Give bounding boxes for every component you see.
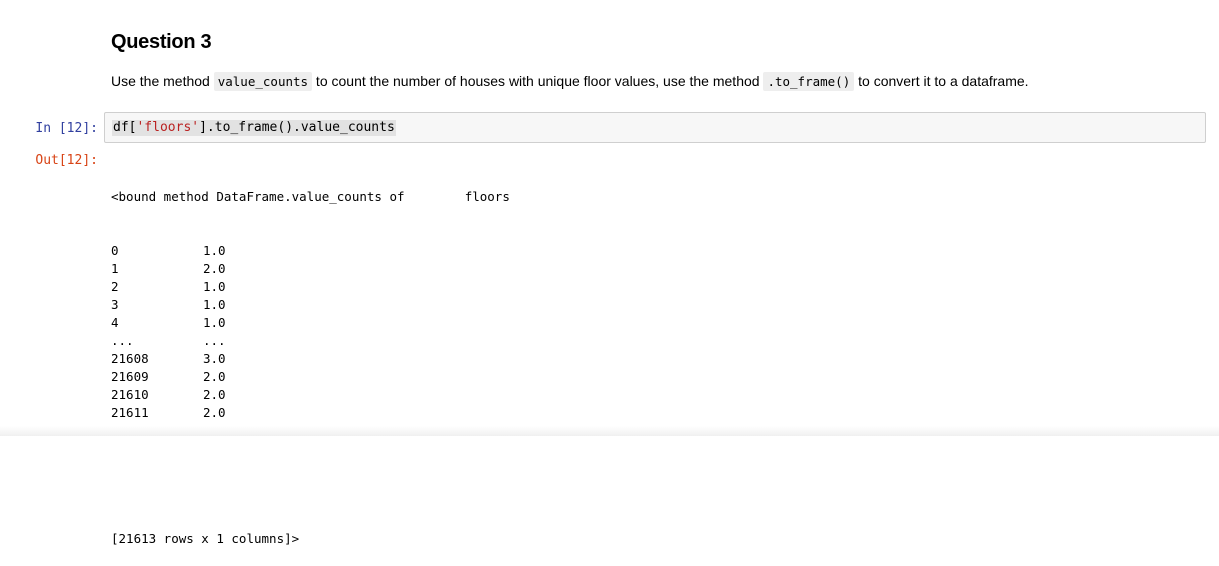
row-index: 21610: [111, 387, 149, 402]
output-row: 0 1.0: [111, 242, 510, 260]
row-value: ...: [203, 333, 226, 348]
row-value: 1.0: [203, 279, 226, 294]
row-value: 1.0: [203, 243, 226, 258]
question-text-part-1: Use the method: [111, 73, 214, 89]
row-value: 2.0: [203, 369, 226, 384]
row-value: 3.0: [203, 351, 226, 366]
row-value: 2.0: [203, 387, 226, 402]
inline-code-value-counts: value_counts: [213, 72, 313, 91]
output-footer: [21613 rows x 1 columns]>: [111, 531, 300, 546]
input-prompt: In [12]:: [35, 121, 98, 136]
row-index: 21611: [111, 405, 149, 420]
output-rows: 0 1.0 1 2.0 2 1.0 3 1.0 4 1.0...... 21608 3.0 21609 2…: [111, 242, 510, 440]
code-suffix: ].to_frame().value_counts: [199, 120, 395, 135]
row-value: 1.0: [203, 297, 226, 312]
inline-code-to-frame: .to_frame(): [763, 72, 855, 91]
question-text: Use the method value_counts to count the…: [111, 71, 1029, 92]
row-index: 21608: [111, 351, 149, 366]
row-value: 2.0: [203, 405, 226, 420]
row-index: 2: [111, 279, 119, 294]
page-bottom-shade: [0, 426, 1219, 436]
row-index: 0: [111, 243, 119, 258]
output-row: 21608 3.0: [111, 350, 510, 368]
question-text-part-3: to convert it to a dataframe.: [854, 73, 1029, 89]
output-row: 1 2.0: [111, 260, 510, 278]
output-row: 3 1.0: [111, 296, 510, 314]
code-input-area[interactable]: df['floors'].to_frame().value_counts: [104, 112, 1206, 143]
question-text-part-2: to count the number of houses with uniqu…: [312, 73, 764, 89]
row-index: 21609: [111, 369, 149, 384]
question-heading: Question 3: [111, 31, 212, 53]
output-blank-line: [111, 476, 510, 494]
output-row: 4 1.0: [111, 314, 510, 332]
row-value: 2.0: [203, 261, 226, 276]
output-header: <bound method DataFrame.value_counts of …: [111, 189, 510, 204]
row-index: 3: [111, 297, 119, 312]
row-value: 1.0: [203, 315, 226, 330]
output-row: 21611 2.0: [111, 404, 510, 422]
output-row: 2 1.0: [111, 278, 510, 296]
cell-output: <bound method DataFrame.value_counts of …: [111, 152, 510, 566]
output-prompt: Out[12]:: [35, 153, 98, 168]
code-line[interactable]: df['floors'].to_frame().value_counts: [112, 120, 396, 136]
code-string-literal: 'floors': [136, 120, 200, 135]
row-index: 4: [111, 315, 119, 330]
output-row: ......: [111, 332, 510, 350]
code-prefix: df[: [113, 120, 137, 135]
output-row: 21610 2.0: [111, 386, 510, 404]
row-index: ...: [111, 333, 134, 348]
row-index: 1: [111, 261, 119, 276]
output-row: 21609 2.0: [111, 368, 510, 386]
